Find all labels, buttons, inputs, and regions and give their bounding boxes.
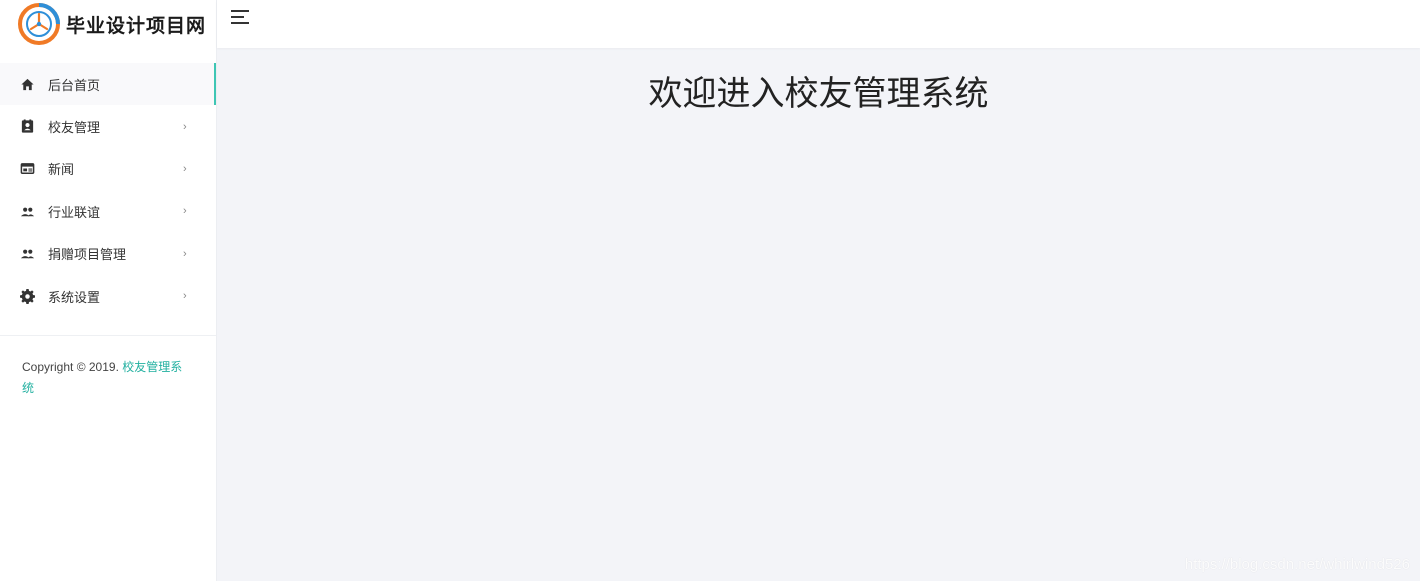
sidebar-item-label: 系统设置 (48, 289, 101, 305)
sidebar-item-news[interactable]: 新闻 › (0, 148, 216, 190)
hamburger-icon[interactable] (231, 9, 251, 25)
group-icon (19, 203, 35, 219)
sidebar-item-industry-networking[interactable]: 行业联谊 › (0, 190, 216, 232)
top-bar (217, 0, 1420, 48)
sidebar-item-alumni-management[interactable]: 校友管理 › (0, 105, 216, 147)
group-icon (19, 246, 35, 262)
copyright: Copyright © 2019. 校友管理系统 (0, 336, 216, 399)
sidebar-item-label: 捐赠项目管理 (48, 247, 127, 263)
sidebar-item-label: 校友管理 (48, 120, 101, 136)
sidebar-menu: 后台首页 校友管理 › 新闻 › 行业联谊 › 捐赠项目管理 › 系统设置 › (0, 63, 216, 317)
main-content: 欢迎进入校友管理系统 https://blog.csdn.net/whirlwi… (217, 48, 1420, 581)
sidebar-item-label: 行业联谊 (48, 204, 101, 220)
welcome-heading: 欢迎进入校友管理系统 (648, 74, 989, 114)
logo-icon (18, 3, 60, 45)
copyright-text: Copyright © 2019. (22, 360, 123, 375)
chevron-right-icon: › (183, 162, 187, 175)
sidebar-item-donation-projects[interactable]: 捐赠项目管理 › (0, 233, 216, 275)
sidebar-item-label: 新闻 (48, 162, 75, 178)
gear-icon (19, 288, 35, 304)
chevron-right-icon: › (183, 247, 187, 260)
sidebar-item-label: 后台首页 (48, 77, 101, 93)
chevron-right-icon: › (183, 290, 187, 303)
chevron-right-icon: › (183, 120, 187, 133)
contact-card-icon (19, 119, 35, 135)
brand-title: 毕业设计项目网 (66, 14, 207, 37)
sidebar-item-system-settings[interactable]: 系统设置 › (0, 275, 216, 317)
watermark: https://blog.csdn.net/whirlwind526 (1184, 556, 1410, 573)
sidebar: 毕业设计项目网 后台首页 校友管理 › 新闻 › 行业联谊 › 捐赠项目管理 ›… (0, 0, 217, 581)
news-icon (19, 161, 35, 177)
brand-logo[interactable]: 毕业设计项目网 (0, 0, 216, 48)
chevron-right-icon: › (183, 205, 187, 218)
sidebar-item-dashboard[interactable]: 后台首页 (0, 63, 216, 106)
home-icon (19, 76, 35, 92)
